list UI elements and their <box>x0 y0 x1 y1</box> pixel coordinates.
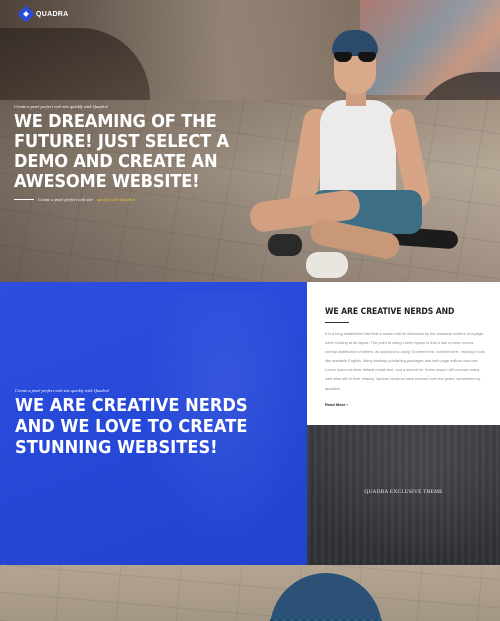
bottom-beanie-image <box>270 573 382 621</box>
exclusive-theme-label: QUADRA EXCLUSIVE THEME <box>364 489 443 495</box>
hero-kicker: Create a pixel perfect web site quickly … <box>14 104 109 109</box>
exclusive-theme-banner[interactable]: QUADRA EXCLUSIVE THEME <box>307 425 500 565</box>
quadra-logo-icon <box>17 5 35 23</box>
hero-section: QUADRA Create a pixel perfect web site q… <box>0 0 500 282</box>
site-header: QUADRA <box>0 0 500 28</box>
hero-title: We dreaming of the future! Just select a… <box>14 112 229 192</box>
blue-text-block: Create a pixel perfect web site quickly … <box>15 388 295 459</box>
site-logo[interactable]: QUADRA <box>17 5 69 23</box>
hero-subtitle-text: Create a pixel perfect web site <box>38 197 93 202</box>
hero-text-block: Create a pixel perfect web site quickly … <box>14 104 274 202</box>
hero-subtitle: Create a pixel perfect web site quickly … <box>14 197 274 202</box>
read-more-link[interactable]: Read More › <box>325 402 348 407</box>
creative-nerds-section: Create a pixel perfect web site quickly … <box>0 282 307 565</box>
bottom-photo-section <box>0 565 500 621</box>
article-body: It is a long established fact that a rea… <box>325 331 485 391</box>
article-divider <box>325 322 349 323</box>
hero-skater-image <box>248 30 459 280</box>
hero-subtitle-divider <box>14 199 34 200</box>
hero-subtitle-accent: quickly with Quadra! <box>96 197 136 202</box>
article-title: We are creative nerds and <box>325 306 455 316</box>
logo-text: QUADRA <box>36 10 69 18</box>
article-card: We are creative nerds and It is a long e… <box>307 282 500 425</box>
blue-kicker: Create a pixel perfect web site quickly … <box>15 388 110 393</box>
blue-title: We are creative nerds and we love to cre… <box>15 396 248 458</box>
